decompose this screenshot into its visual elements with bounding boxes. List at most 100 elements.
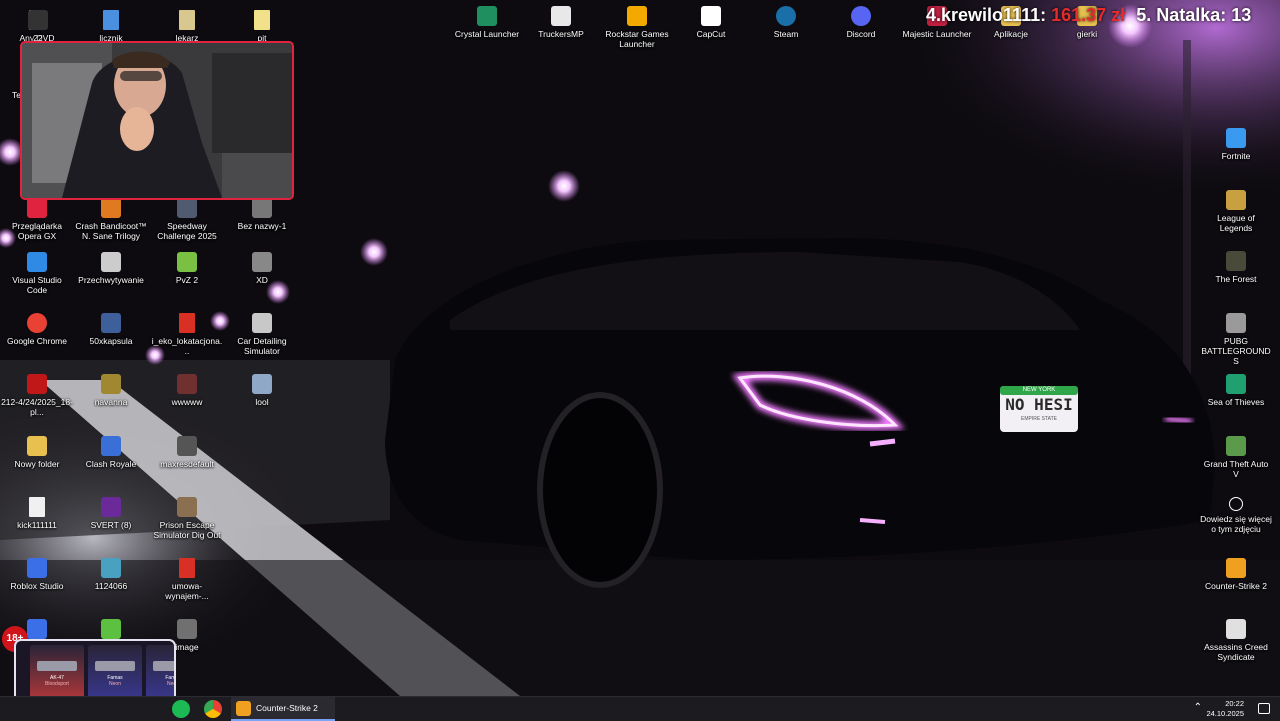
license-plate: NEW YORK NO HESI EMPIRE STATE [1000, 386, 1078, 432]
desktop-icon-left-27[interactable]: Roblox Studio [0, 558, 75, 591]
desktop-icon-right-2[interactable]: The Forest [1198, 251, 1274, 284]
desktop-icon-left-8[interactable]: Bez nazwy-1 [224, 198, 300, 231]
discord-icon [851, 6, 871, 26]
bluestacks-icon [101, 619, 121, 639]
desktop-icon-left-18[interactable]: navanna [73, 374, 149, 407]
desktop-icon-top-3[interactable]: CapCut [673, 6, 749, 39]
desktop-icon-left-25[interactable]: SVERT (8) [73, 497, 149, 530]
taskbar-clock[interactable]: 20:22 24.10.2025 [1206, 699, 1244, 719]
chrome-icon [27, 313, 47, 333]
desktop-icon-label: wwwww [171, 397, 203, 407]
desktop-icon-right-1[interactable]: League of Legends [1198, 190, 1274, 233]
desktop-icon-left-15[interactable]: i_eko_lokatacjona... [149, 313, 225, 356]
show-hidden-icons-chevron-icon[interactable]: ⌃ [1194, 702, 1202, 713]
desktop-icon-top-1[interactable]: TruckersMP [523, 6, 599, 39]
desktop-icon-label: Discord [846, 29, 876, 39]
chrome-icon[interactable] [204, 700, 222, 718]
desktop-icon-left-22[interactable]: Clash Royale [73, 436, 149, 469]
desktop-icon-right-0[interactable]: Fortnite [1198, 128, 1274, 161]
image-icon [101, 558, 121, 578]
image-icon [177, 374, 197, 394]
license-plate-state: NEW YORK [1022, 387, 1056, 393]
desktop-icon-label: Counter-Strike 2 [1205, 581, 1267, 591]
image-icon [252, 252, 272, 272]
notification-icon[interactable] [1258, 703, 1270, 714]
desktop-icon-left-11[interactable]: PvZ 2 [149, 252, 225, 285]
sea-of-thieves-icon [1226, 374, 1246, 394]
desktop-icon-top-0[interactable]: Crystal Launcher [449, 6, 525, 39]
the-forest-icon [1226, 251, 1246, 271]
desktop-icon-left-10[interactable]: Przechwytywanie [73, 252, 149, 285]
desktop-icon-label: XD [256, 275, 268, 285]
desktop-icon-label: navanna [94, 397, 128, 407]
spotify-icon[interactable] [172, 700, 190, 718]
clash-royale-icon [101, 436, 121, 456]
desktop-icon-right-4[interactable]: Sea of Thieves [1198, 374, 1274, 407]
desktop-icon-top-4[interactable]: Steam [748, 6, 824, 39]
desktop-icon-left-6[interactable]: Crash Bandicoot™ N. Sane Trilogy [73, 198, 149, 241]
image-icon [252, 198, 272, 218]
desktop-icon-left-24[interactable]: kick111111 [0, 497, 75, 530]
file-icon [254, 10, 270, 30]
desktop-icon-left-14[interactable]: 50xkapsula [73, 313, 149, 346]
desktop-icon-label: PvZ 2 [175, 275, 199, 285]
desktop-icon-left-21[interactable]: Nowy folder [0, 436, 75, 469]
car-detailing-icon [252, 313, 272, 333]
desktop-icon-label: CapCut [696, 29, 726, 39]
desktop-icon-left-5[interactable]: Przeglądarka Opera GX [0, 198, 75, 241]
pubg-icon [1226, 313, 1246, 333]
desktop-icon-left-28[interactable]: 1124066 [73, 558, 149, 591]
desktop-icon-right-8[interactable]: Assassins Creed Syndicate [1198, 619, 1274, 662]
image-icon [101, 497, 121, 517]
desktop-icon-right-3[interactable]: PUBG BATTLEGROUNDS [1198, 313, 1274, 366]
desktop-icon-left-1[interactable]: licznik [73, 10, 149, 43]
ranking-next: 5. Natalka: 13 [1136, 5, 1252, 25]
image-icon [101, 374, 121, 394]
desktop-icon-left-13[interactable]: Google Chrome [0, 313, 75, 346]
taskbar: Counter-Strike 2 ⌃ 20:22 24.10.2025 [0, 696, 1280, 721]
desktop-icon-label: Roblox Studio [10, 581, 64, 591]
desktop-icon-top-5[interactable]: Discord [823, 6, 899, 39]
desktop-icon-label: Visual Studio Code [12, 275, 62, 295]
image-icon [101, 252, 121, 272]
desktop-icon-label: The Forest [1215, 274, 1257, 284]
desktop-icon-left-16[interactable]: Car Detailing Simulator [224, 313, 300, 356]
desktop-icon-left-9[interactable]: Visual Studio Code [0, 252, 75, 295]
crystal-launcher-icon [477, 6, 497, 26]
desktop-icon-right-7[interactable]: Counter-Strike 2 [1198, 558, 1274, 591]
roblox-studio-icon [27, 619, 47, 639]
desktop-icon-left-7[interactable]: Speedway Challenge 2025 [149, 198, 225, 241]
desktop-icon-right-6[interactable]: Dowiedz się więcej o tym zdjęciu [1198, 497, 1274, 534]
webcam-feed [22, 43, 292, 198]
desktop-icon-right-5[interactable]: Grand Theft Auto V [1198, 436, 1274, 479]
ranking-user: krewilo1111: [941, 5, 1047, 25]
desktop-icon-label: i_eko_lokatacjona... [151, 336, 223, 356]
desktop-icon-left-26[interactable]: Prison Escape Simulator Dig Out [149, 497, 225, 540]
desktop-icon-left-23[interactable]: maxresdefault [149, 436, 225, 469]
desktop-icon-top-2[interactable]: Rockstar Games Launcher [599, 6, 675, 49]
desktop-icon-label: Prison Escape Simulator Dig Out [153, 520, 221, 540]
desktop-icon-left-17[interactable]: 212-4/24/2025_18-pl... [0, 374, 75, 417]
desktop-icon-label: umowa-wynajem-... [165, 581, 209, 601]
desktop-icon-label: Crystal Launcher [454, 29, 520, 39]
desktop-icon-label: Steam [773, 29, 799, 39]
desktop-icon-left-29[interactable]: umowa-wynajem-... [149, 558, 225, 601]
desktop-icon-label: TruckersMP [538, 29, 584, 39]
desktop-icon-left-4[interactable]: 22 [0, 10, 76, 43]
desktop-icon-label: Fortnite [1221, 151, 1251, 161]
lol-icon [1226, 190, 1246, 210]
prison-escape-icon [177, 497, 197, 517]
vscode-icon [27, 252, 47, 272]
webcam-overlay [20, 41, 294, 200]
desktop-icon-left-2[interactable]: lekarz [149, 10, 225, 43]
desktop-icon-label: PUBG BATTLEGROUNDS [1201, 336, 1271, 366]
desktop-icon-label: kick111111 [17, 520, 57, 530]
taskbar-app-counter-strike-2[interactable]: Counter-Strike 2 [231, 697, 335, 721]
desktop-icon-left-19[interactable]: wwwww [149, 374, 225, 407]
desktop-icon-label: Nowy folder [14, 459, 60, 469]
desktop-icon-left-20[interactable]: lool [224, 374, 300, 407]
desktop-icon-left-12[interactable]: XD [224, 252, 300, 285]
desktop-icon-left-3[interactable]: pit [224, 10, 300, 43]
desktop-icon-label: Dowiedz się więcej o tym zdjęciu [1200, 514, 1272, 534]
desktop-icon-label: Crash Bandicoot™ N. Sane Trilogy [75, 221, 147, 241]
